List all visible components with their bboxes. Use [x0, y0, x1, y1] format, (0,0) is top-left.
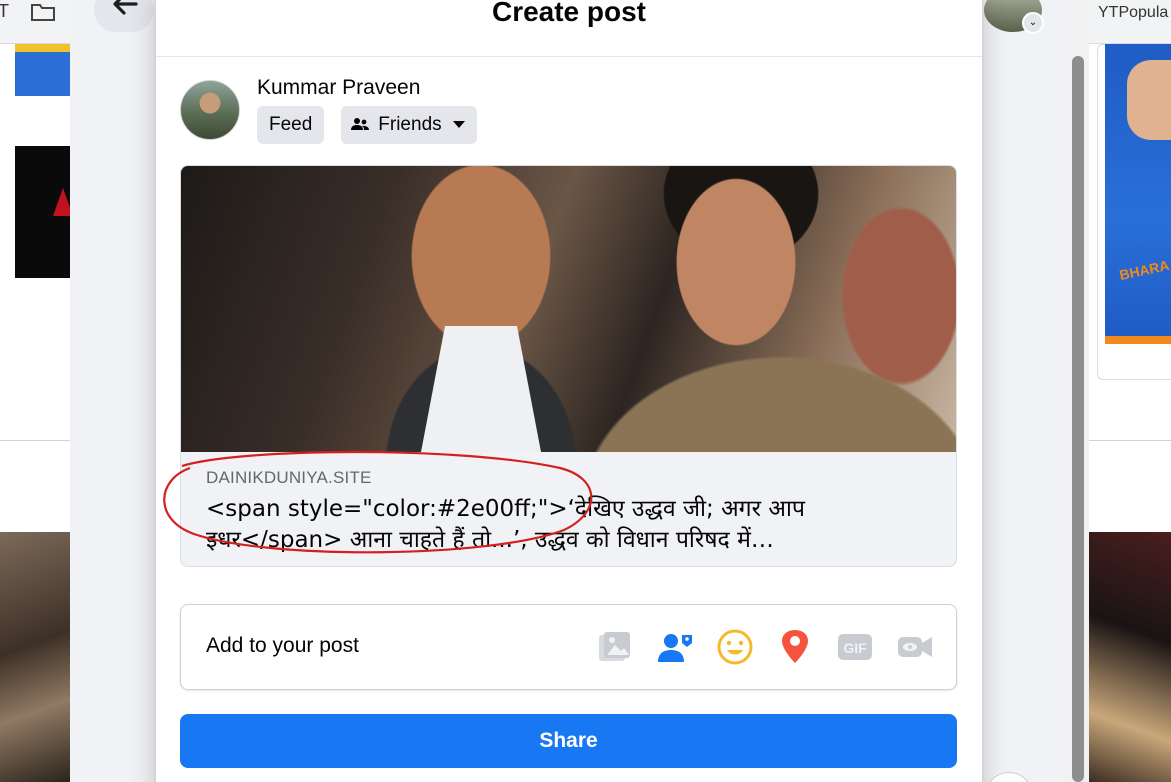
privacy-selector[interactable]: Friends	[341, 106, 477, 144]
check-in-icon[interactable]	[775, 627, 815, 667]
gif-icon[interactable]: GIF	[835, 627, 875, 667]
tag-people-icon[interactable]	[655, 627, 695, 667]
privacy-label: Friends	[378, 114, 442, 135]
author-name: Kummar Praveen	[257, 76, 421, 99]
feed-audience-button[interactable]: Feed	[257, 106, 325, 144]
background-page-right: YTPopula BHARA	[1089, 0, 1171, 782]
background-photo	[0, 532, 70, 782]
caret-down-icon	[452, 121, 465, 128]
link-preview-image[interactable]	[181, 166, 956, 452]
background-photo	[1089, 532, 1171, 782]
dialog-title: Create post	[491, 0, 647, 27]
share-button[interactable]: Share	[180, 714, 957, 768]
link-preview-card[interactable]: DAINIKDUNIYA.SITE <span style="color:#2e…	[180, 165, 957, 567]
divider	[156, 56, 982, 57]
tab-fragment: T	[0, 1, 9, 21]
link-title: <span style="color:#2e00ff;">‘देखिए उद्ध…	[206, 496, 805, 553]
back-arrow-icon	[113, 0, 138, 15]
image-detail	[421, 326, 541, 452]
add-to-post-bar: Add to your post GIF	[180, 604, 957, 690]
scrollbar-thumb[interactable]	[1072, 56, 1084, 782]
background-thumbnail	[15, 146, 70, 278]
chevron-down-icon[interactable]: ⌄	[1022, 12, 1044, 34]
author-avatar[interactable]	[180, 80, 240, 140]
background-page-left: T	[0, 0, 70, 782]
folder-icon[interactable]	[30, 2, 56, 22]
feed-label: Feed	[269, 114, 313, 135]
divider	[1089, 440, 1171, 441]
link-domain: DAINIKDUNIYA.SITE	[206, 468, 372, 487]
background-thumbnail	[15, 44, 70, 96]
ad-person	[1127, 60, 1171, 140]
svg-text:GIF: GIF	[843, 640, 867, 656]
divider	[0, 440, 70, 441]
feeling-activity-icon[interactable]	[715, 627, 755, 667]
bookmark-label[interactable]: YTPopula	[1098, 4, 1168, 22]
create-post-dialog: Create post Kummar Praveen Feed Friends …	[156, 0, 982, 782]
friends-icon	[351, 118, 369, 130]
live-video-icon[interactable]	[895, 627, 935, 667]
photo-video-icon[interactable]	[595, 627, 635, 667]
browser-toolbar-left: T	[0, 0, 70, 44]
add-to-post-label: Add to your post	[206, 634, 359, 657]
browser-toolbar-right: YTPopula	[1089, 0, 1171, 44]
